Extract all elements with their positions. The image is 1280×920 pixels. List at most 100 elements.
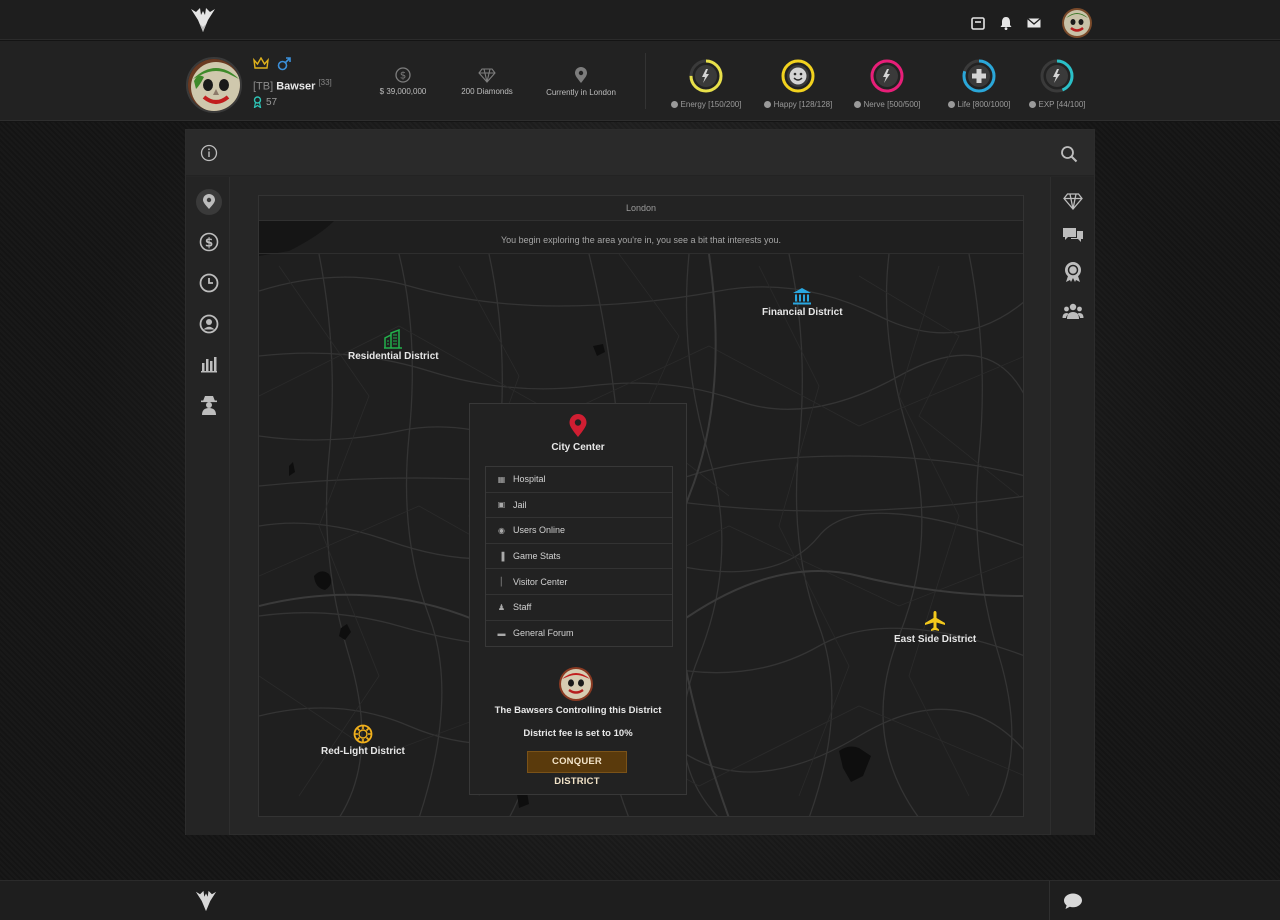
logo-icon[interactable] xyxy=(190,6,216,34)
profile-name[interactable]: [TB] Bawser [33] xyxy=(253,78,332,93)
profile-avatar[interactable] xyxy=(186,57,242,113)
happy-ring xyxy=(781,59,815,93)
footer-logo-icon[interactable] xyxy=(195,889,217,913)
nerve-ring xyxy=(870,59,904,93)
profile-divider xyxy=(645,53,646,109)
signal-icon: ◉ xyxy=(498,525,505,535)
sidebar-item-clock[interactable] xyxy=(196,270,222,296)
district-label: Red-Light District xyxy=(321,746,405,757)
smile-icon xyxy=(789,67,807,85)
staff-icon: ♟ xyxy=(497,602,506,612)
city-link-users-online[interactable]: ◉ Users Online xyxy=(486,518,672,544)
male-icon xyxy=(277,57,291,71)
sidebar-item-stats[interactable] xyxy=(196,351,222,377)
thermometer-icon: │ xyxy=(499,577,504,587)
user-circle-icon xyxy=(199,314,219,334)
diamond-icon xyxy=(478,68,496,83)
gauge-energy[interactable]: Energy [150/200] xyxy=(666,58,746,109)
sidebar-item-forum[interactable] xyxy=(1060,222,1086,248)
city-link-label: Game Stats xyxy=(513,551,561,562)
sidebar-item-users[interactable] xyxy=(1060,298,1086,324)
district-redlight[interactable]: Red-Light District xyxy=(321,724,405,757)
search-icon[interactable] xyxy=(1060,145,1078,163)
airplane-icon xyxy=(925,611,946,631)
city-center-title: City Center xyxy=(551,442,605,453)
clan-tag: [TB] xyxy=(253,80,274,93)
bank-icon xyxy=(793,288,812,305)
city-center-pin-icon xyxy=(569,414,587,437)
controller-text: The Bawsers Controlling this District xyxy=(494,705,662,716)
user-avatar[interactable] xyxy=(1062,8,1092,38)
city-link-game-stats[interactable]: ▐ Game Stats xyxy=(486,544,672,570)
gauge-life[interactable]: Life [800/1000] xyxy=(939,58,1019,109)
map-note: You begin exploring the area you're in, … xyxy=(259,221,1023,254)
chat-bubble-icon xyxy=(1063,893,1082,909)
users-icon xyxy=(1062,303,1084,319)
district-eastside[interactable]: East Side District xyxy=(894,610,976,645)
jail-icon: ▣ xyxy=(497,500,506,510)
poker-chip-icon xyxy=(353,724,373,744)
footer xyxy=(0,880,1280,920)
city-link-label: Jail xyxy=(513,499,527,510)
profile-badges xyxy=(253,57,291,71)
hospital-icon: ▦ xyxy=(497,474,506,484)
location-label: Currently in London xyxy=(546,88,616,97)
energy-label: Energy [150/200] xyxy=(666,100,746,109)
sidebar-item-money[interactable]: $ xyxy=(196,229,222,255)
sidebar-item-awards[interactable] xyxy=(1060,259,1086,285)
district-fee-text: District fee is set to 10% xyxy=(523,728,633,739)
district-label: East Side District xyxy=(894,634,977,645)
energy-ring xyxy=(689,59,723,93)
store-icon[interactable] xyxy=(970,15,986,31)
diamond-icon xyxy=(1063,193,1083,210)
username: Bawser xyxy=(276,80,316,93)
top-actions xyxy=(970,8,1092,38)
left-sidebar: $ xyxy=(186,177,230,835)
city-link-general-forum[interactable]: ▬ General Forum xyxy=(486,621,672,647)
user-id: [33] xyxy=(318,78,332,87)
controller-avatar[interactable] xyxy=(559,667,593,701)
exp-ring xyxy=(1040,59,1074,93)
sidebar-item-crimes[interactable] xyxy=(196,392,222,418)
city-link-jail[interactable]: ▣ Jail xyxy=(486,493,672,519)
info-icon[interactable] xyxy=(200,144,218,162)
crown-icon xyxy=(253,57,269,69)
gauge-exp[interactable]: EXP [44/100] xyxy=(1017,58,1097,109)
exp-label: EXP [44/100] xyxy=(1017,100,1097,109)
city-link-label: Staff xyxy=(513,602,532,613)
sidebar-item-diamonds[interactable] xyxy=(1060,188,1086,214)
city-link-visitor-center[interactable]: │ Visitor Center xyxy=(486,569,672,595)
chat-button[interactable] xyxy=(1049,881,1095,920)
city-center-links: ▦ Hospital ▣ Jail ◉ Users Online ▐ Game Stats │ V… xyxy=(485,466,673,648)
district-label: Financial District xyxy=(762,307,843,318)
ribbon-icon xyxy=(253,96,262,108)
bar-chart-icon: ▐ xyxy=(498,551,505,561)
bell-icon[interactable] xyxy=(998,15,1014,31)
location-stat[interactable]: Currently in London xyxy=(521,67,641,97)
dollar-icon: $ xyxy=(395,67,411,83)
city-link-hospital[interactable]: ▦ Hospital xyxy=(486,467,672,493)
buildings-icon xyxy=(384,329,403,349)
district-residential[interactable]: Residential District xyxy=(348,329,439,362)
district-financial[interactable]: Financial District xyxy=(762,287,843,318)
life-ring xyxy=(962,59,996,93)
city-map[interactable]: London You begin exploring the area you'… xyxy=(258,195,1024,817)
level-value: 57 xyxy=(266,96,278,108)
comments-icon xyxy=(1063,228,1083,242)
mail-icon[interactable] xyxy=(1026,15,1042,31)
sidebar-item-profile[interactable] xyxy=(196,311,222,337)
right-sidebar xyxy=(1050,177,1094,835)
clock-icon xyxy=(199,273,219,293)
top-bar xyxy=(0,0,1280,40)
city-link-staff[interactable]: ♟ Staff xyxy=(486,595,672,621)
city-link-label: Hospital xyxy=(513,474,546,485)
sidebar-item-map[interactable] xyxy=(196,189,222,215)
chat-icon: ▬ xyxy=(497,628,506,638)
nerve-label: Nerve [500/500] xyxy=(847,100,927,109)
conquer-district-button[interactable]: CONQUER DISTRICT xyxy=(527,751,627,787)
gangster-icon xyxy=(201,396,217,415)
gauge-happy[interactable]: Happy [128/128] xyxy=(758,58,838,109)
gauge-nerve[interactable]: Nerve [500/500] xyxy=(847,58,927,109)
city-center-panel: City Center ▦ Hospital ▣ Jail ◉ Users Online ▐… xyxy=(469,403,687,795)
city-link-label: General Forum xyxy=(513,628,574,639)
